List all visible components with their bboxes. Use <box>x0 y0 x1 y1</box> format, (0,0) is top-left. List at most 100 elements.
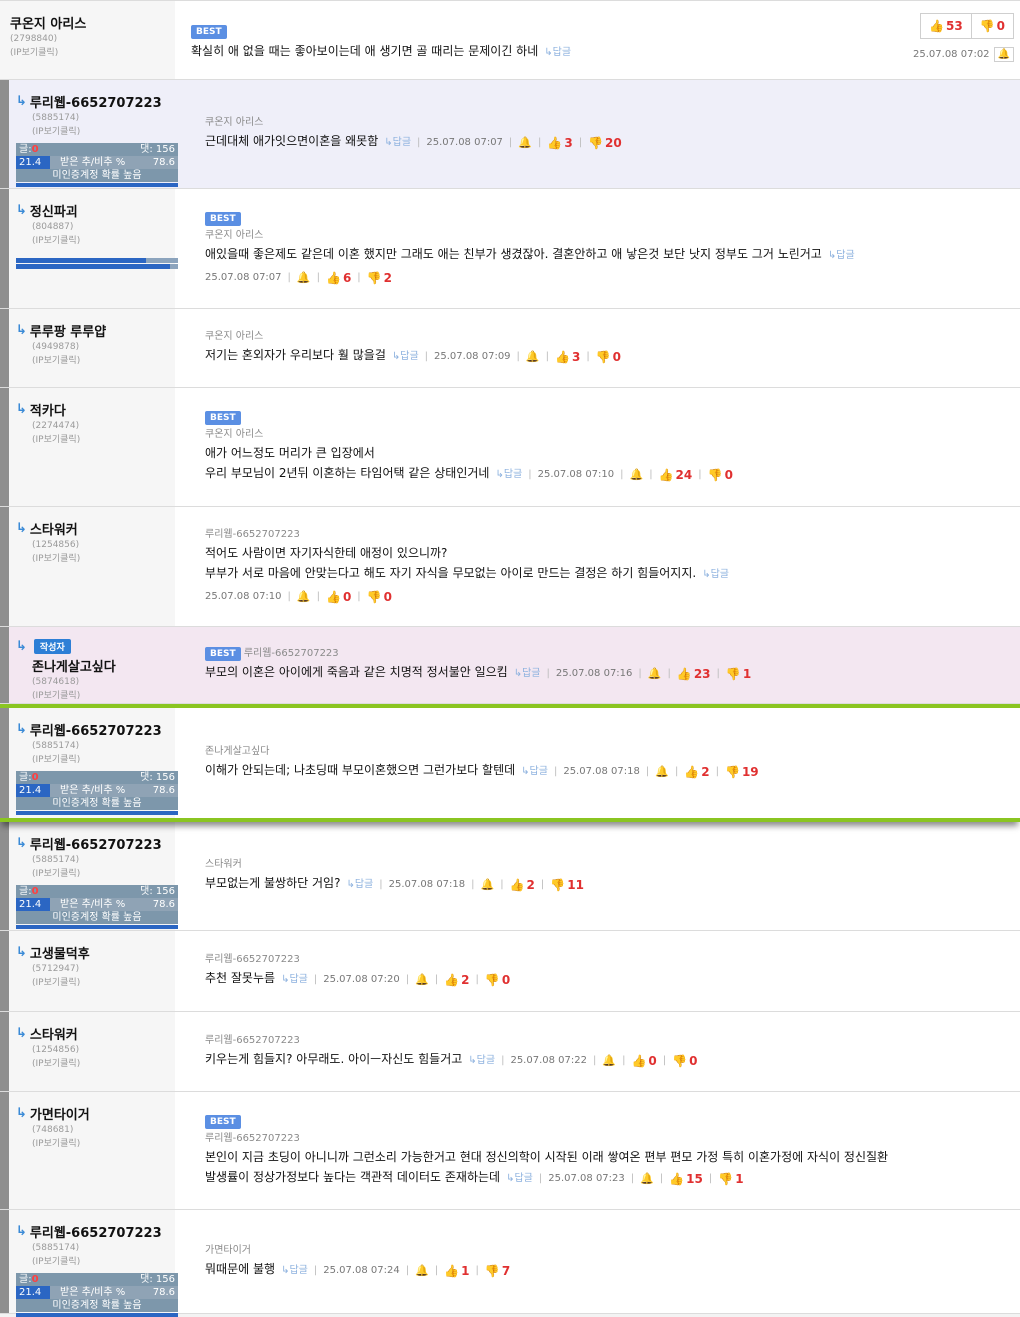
reply-link[interactable]: ↳답글 <box>346 875 373 895</box>
reply-link[interactable]: ↳답글 <box>544 47 571 58</box>
upvote-button[interactable]: 👍 15 <box>669 1169 703 1189</box>
bell-icon[interactable]: 🔔 <box>602 1051 616 1071</box>
reply-link[interactable]: ↳답글 <box>384 133 411 153</box>
comment-text: 추천 잘못누름 <box>205 971 276 985</box>
nickname[interactable]: 쿠온지 아리스 <box>10 13 86 32</box>
upvote-button[interactable]: 👍 24 <box>659 465 693 485</box>
ip-view-link[interactable]: (IP보기클릭) <box>16 1057 167 1071</box>
reply-target[interactable]: 루리웹-6652707223 <box>205 1033 1020 1049</box>
upvote-button[interactable]: 👍 3 <box>547 133 572 153</box>
downvote-button[interactable]: 👎 1 <box>726 664 751 684</box>
ip-view-link[interactable]: (IP보기클릭) <box>16 125 167 139</box>
user-id: (5874618) <box>32 677 80 687</box>
nickname[interactable]: 루루팡 루루얍 <box>30 321 106 340</box>
reply-target[interactable]: 루리웹-6652707223 <box>244 648 339 659</box>
upvote-button[interactable]: 👍 1 <box>444 1261 469 1281</box>
downvote-button[interactable]: 👎 11 <box>550 875 584 895</box>
upvote-button[interactable]: 👍 3 <box>555 347 580 367</box>
nickname[interactable]: 루리웹-6652707223 <box>30 1222 162 1241</box>
reply-link[interactable]: ↳답글 <box>281 970 308 990</box>
downvote-button[interactable]: 👎 0 <box>596 347 621 367</box>
comment-date: 25.07.08 07:18 <box>563 766 640 777</box>
bell-icon[interactable]: 🔔 <box>648 664 662 684</box>
ip-view-link[interactable]: (IP보기클릭) <box>16 552 167 566</box>
ip-view-link[interactable]: (IP보기클릭) <box>16 433 167 447</box>
nickname[interactable]: 스타워커 <box>30 1024 78 1043</box>
reply-link[interactable]: ↳답글 <box>514 664 541 684</box>
ip-view-link[interactable]: (IP보기클릭) <box>16 1137 167 1151</box>
reply-target[interactable]: 루리웹-6652707223 <box>205 1131 1020 1147</box>
reply-link[interactable]: ↳답글 <box>468 1051 495 1071</box>
reply-target[interactable]: 쿠온지 아리스 <box>205 329 1020 345</box>
ip-view-link[interactable]: (IP보기클릭) <box>16 234 167 248</box>
comment-row: ↳ 적카다 (2274474) (IP보기클릭) BEST 쿠온지 아리스 애가 어느정도 … <box>0 388 1020 507</box>
recommend-ratio: 21.4 <box>16 898 50 911</box>
bell-icon[interactable]: 🔔 <box>655 762 669 782</box>
downvote-button[interactable]: 👎 0 <box>367 587 392 607</box>
downvote-button[interactable]: 👎 1 <box>718 1169 743 1189</box>
best-badge: BEST <box>191 25 227 39</box>
downvote-button[interactable]: 👎 0 <box>485 970 510 990</box>
ip-view-link[interactable]: (IP보기클릭) <box>10 46 167 60</box>
bell-icon[interactable]: 🔔 <box>640 1169 654 1189</box>
ip-view-link[interactable]: (IP보기클릭) <box>16 753 167 767</box>
bell-icon[interactable]: 🔔 <box>518 133 532 153</box>
nickname[interactable]: 루리웹-6652707223 <box>30 834 162 853</box>
upvote-button[interactable]: 👍 53 <box>920 13 972 39</box>
nickname[interactable]: 적카다 <box>30 400 66 419</box>
upvote-button[interactable]: 👍 23 <box>677 664 711 684</box>
reply-target[interactable]: 루리웹-6652707223 <box>205 952 1020 968</box>
upvote-button[interactable]: 👍 0 <box>326 587 351 607</box>
nickname[interactable]: 존나게살고싶다 <box>32 656 116 675</box>
downvote-button[interactable]: 👎 20 <box>588 133 622 153</box>
nickname[interactable]: 가면타이거 <box>30 1104 90 1123</box>
bell-icon[interactable]: 🔔 <box>415 1261 429 1281</box>
nickname[interactable]: 스타워커 <box>30 519 78 538</box>
bell-icon[interactable]: 🔔 <box>297 268 311 288</box>
bell-icon[interactable]: 🔔 <box>415 970 429 990</box>
reply-link[interactable]: ↳답글 <box>281 1261 308 1281</box>
reply-link[interactable]: ↳답글 <box>828 250 855 261</box>
ip-view-link[interactable]: (IP보기클릭) <box>16 867 167 881</box>
ip-view-link[interactable]: (IP보기클릭) <box>16 689 167 703</box>
reply-link[interactable]: ↳답글 <box>495 465 522 485</box>
upvote-button[interactable]: 👍 0 <box>631 1051 656 1071</box>
reply-target[interactable]: 루리웹-6652707223 <box>205 527 1020 543</box>
downvote-button[interactable]: 👎 0 <box>971 13 1014 39</box>
nickname[interactable]: 루리웹-6652707223 <box>30 720 162 739</box>
reply-link[interactable]: ↳답글 <box>392 347 419 367</box>
ip-view-link[interactable]: (IP보기클릭) <box>16 354 167 368</box>
downvote-button[interactable]: 👎 7 <box>485 1261 510 1281</box>
bell-icon[interactable]: 🔔 <box>481 875 495 895</box>
upvote-button[interactable]: 👍 6 <box>326 268 351 288</box>
reply-link[interactable]: ↳답글 <box>521 762 548 782</box>
user-stats: 글:0 댓: 156 21.4 받은 추/비추 % 78.6 미인증계정 확률 높음 <box>16 771 178 815</box>
downvote-button[interactable]: 👎 2 <box>367 268 392 288</box>
reply-link[interactable]: ↳답글 <box>506 1169 533 1189</box>
reply-target[interactable]: 쿠온지 아리스 <box>205 115 1020 131</box>
reply-target[interactable]: 스타워커 <box>205 857 1020 873</box>
bell-icon[interactable]: 🔔 <box>630 465 644 485</box>
comment-row: ↳ 루루팡 루루얍 (4949878) (IP보기클릭) 쿠온지 아리스 저기는 혼외자가… <box>0 309 1020 388</box>
reply-target[interactable]: 쿠온지 아리스 <box>205 228 1020 244</box>
nickname[interactable]: 루리웹-6652707223 <box>30 92 162 111</box>
bell-icon[interactable]: 🔔 <box>297 587 311 607</box>
bell-icon[interactable]: 🔔 <box>993 47 1014 62</box>
reply-link[interactable]: ↳답글 <box>702 569 729 580</box>
reply-target[interactable]: 존나게살고싶다 <box>205 744 1020 760</box>
reply-target[interactable]: 쿠온지 아리스 <box>205 427 1020 443</box>
reply-arrow-icon: ↳ <box>16 402 27 417</box>
upvote-button[interactable]: 👍 2 <box>444 970 469 990</box>
nickname[interactable]: 정신파괴 <box>30 201 78 220</box>
downvote-button[interactable]: 👎 19 <box>725 762 759 782</box>
ip-view-link[interactable]: (IP보기클릭) <box>16 976 167 990</box>
nickname[interactable]: 고생물덕후 <box>30 943 90 962</box>
user-id: (2798840) <box>10 34 58 44</box>
reply-target[interactable]: 가면타이거 <box>205 1243 1020 1259</box>
bell-icon[interactable]: 🔔 <box>526 347 540 367</box>
ip-view-link[interactable]: (IP보기클릭) <box>16 1255 167 1269</box>
downvote-button[interactable]: 👎 0 <box>708 465 733 485</box>
upvote-button[interactable]: 👍 2 <box>684 762 709 782</box>
downvote-button[interactable]: 👎 0 <box>672 1051 697 1071</box>
upvote-button[interactable]: 👍 2 <box>510 875 535 895</box>
